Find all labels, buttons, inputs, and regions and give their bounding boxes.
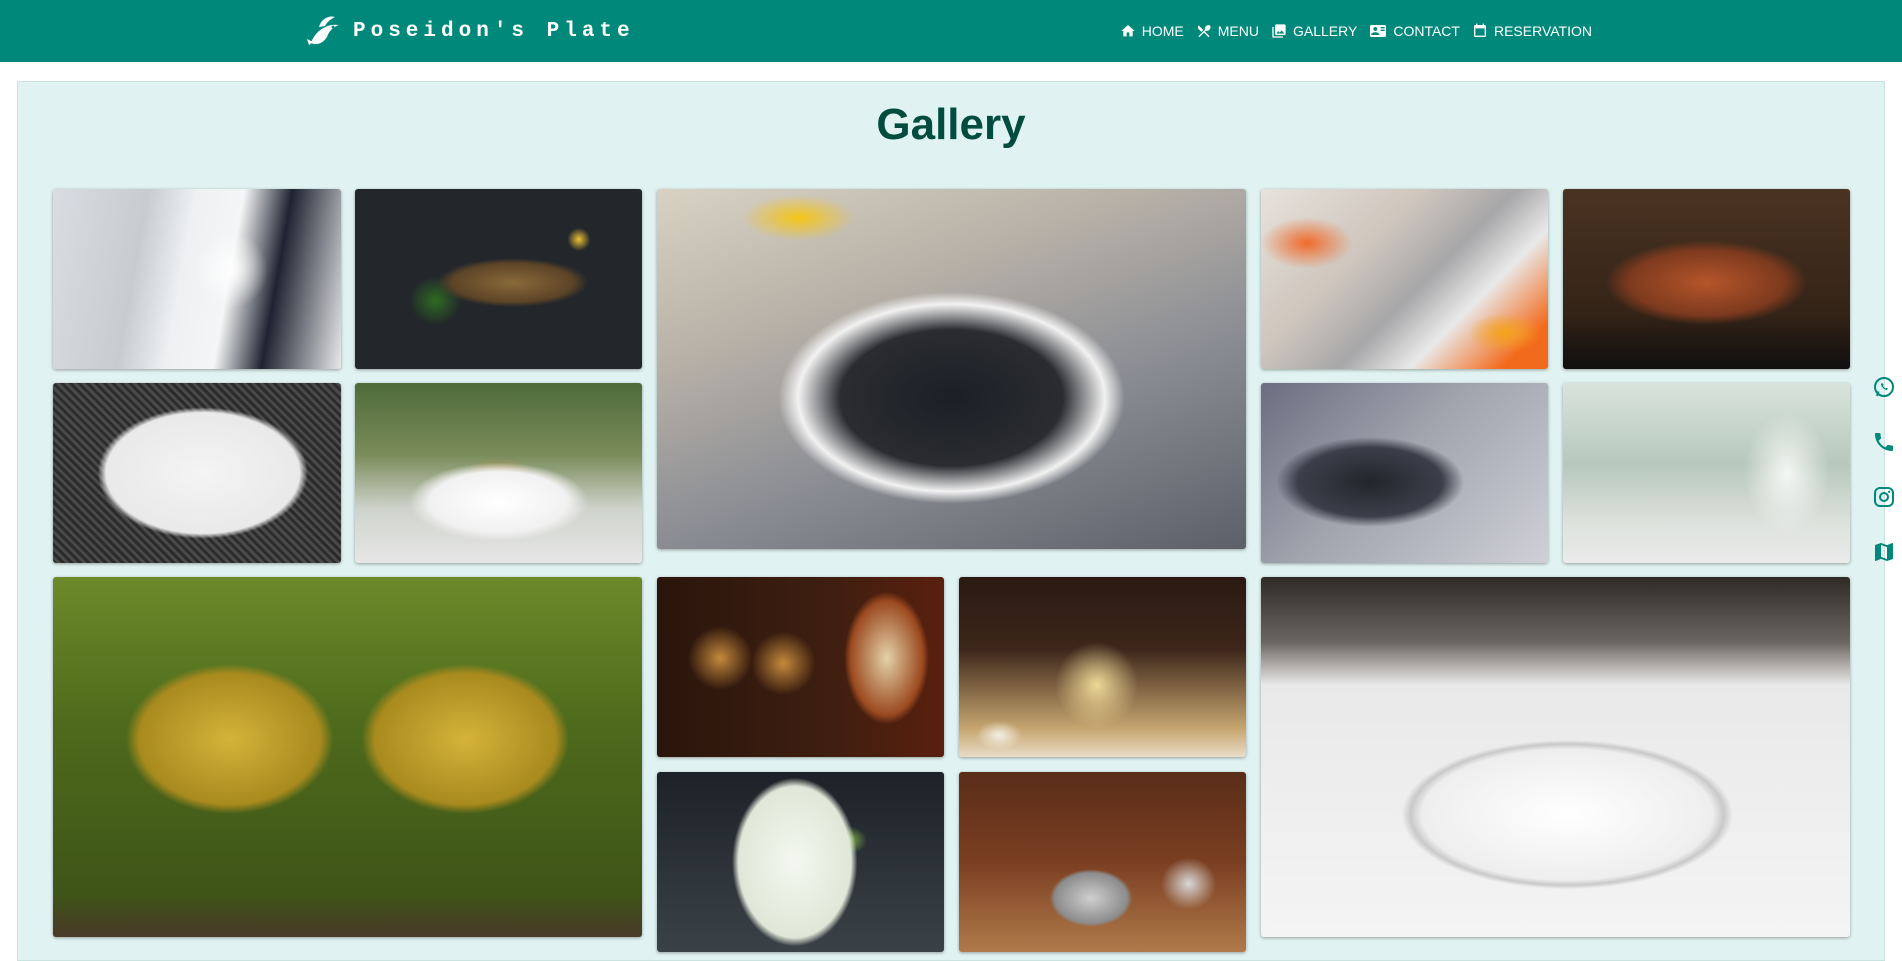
- gallery-photo-cocktail[interactable]: [657, 772, 944, 952]
- main-nav: HOME MENU GALLERY CONTACT RESERVATION: [1120, 0, 1592, 62]
- utensils-icon: [1196, 23, 1212, 39]
- map-link[interactable]: [1870, 540, 1898, 568]
- nav-reservation[interactable]: RESERVATION: [1472, 23, 1592, 39]
- gallery-photo-lobster[interactable]: [1563, 189, 1850, 369]
- navbar: Poseidon's Plate HOME MENU GALLERY CONTA…: [0, 0, 1902, 62]
- gallery-photo-rum[interactable]: [657, 577, 944, 757]
- gallery-photo-sushi[interactable]: [1261, 383, 1548, 563]
- phone-icon: [1872, 430, 1896, 459]
- gallery-photo-seafood-on-ice[interactable]: [1261, 189, 1548, 369]
- nav-contact[interactable]: CONTACT: [1369, 23, 1460, 39]
- map-icon: [1872, 540, 1896, 569]
- gallery-photo-champagne[interactable]: [959, 577, 1246, 757]
- gallery-photo-wine-glasses[interactable]: [1563, 383, 1850, 563]
- contact-card-icon: [1369, 23, 1387, 39]
- gallery-photo-mussels[interactable]: [657, 189, 1246, 549]
- gallery-photo-grilled-fish[interactable]: [355, 189, 642, 369]
- instagram-link[interactable]: [1870, 485, 1898, 513]
- nav-gallery-label: GALLERY: [1293, 23, 1358, 39]
- gallery-photo-prawns[interactable]: [53, 383, 341, 563]
- fish-logo-icon: [305, 13, 343, 49]
- nav-gallery[interactable]: GALLERY: [1271, 23, 1357, 39]
- home-icon: [1120, 23, 1136, 39]
- whatsapp-icon: [1872, 375, 1896, 404]
- nav-contact-label: CONTACT: [1393, 23, 1460, 39]
- nav-home-label: HOME: [1141, 23, 1184, 39]
- gallery-photo-coffee[interactable]: [959, 772, 1246, 952]
- phone-link[interactable]: [1870, 430, 1898, 458]
- gallery-photo-octopus[interactable]: [1261, 577, 1850, 937]
- page-title: Gallery: [876, 100, 1026, 149]
- gallery-photo-brandy-glasses[interactable]: [53, 577, 642, 937]
- brand-name: Poseidon's Plate: [353, 19, 635, 43]
- gallery-icon: [1271, 23, 1287, 39]
- instagram-icon: [1872, 485, 1896, 514]
- nav-menu-label: MENU: [1217, 23, 1259, 39]
- brand-link[interactable]: Poseidon's Plate: [305, 10, 635, 52]
- gallery-photo-fried-fish[interactable]: [355, 383, 642, 563]
- nav-home[interactable]: HOME: [1120, 23, 1184, 39]
- whatsapp-link[interactable]: [1870, 375, 1898, 403]
- calendar-icon: [1472, 23, 1488, 39]
- nav-menu[interactable]: MENU: [1196, 23, 1259, 39]
- gallery-photo-chef[interactable]: [53, 189, 341, 369]
- nav-reservation-label: RESERVATION: [1493, 23, 1592, 39]
